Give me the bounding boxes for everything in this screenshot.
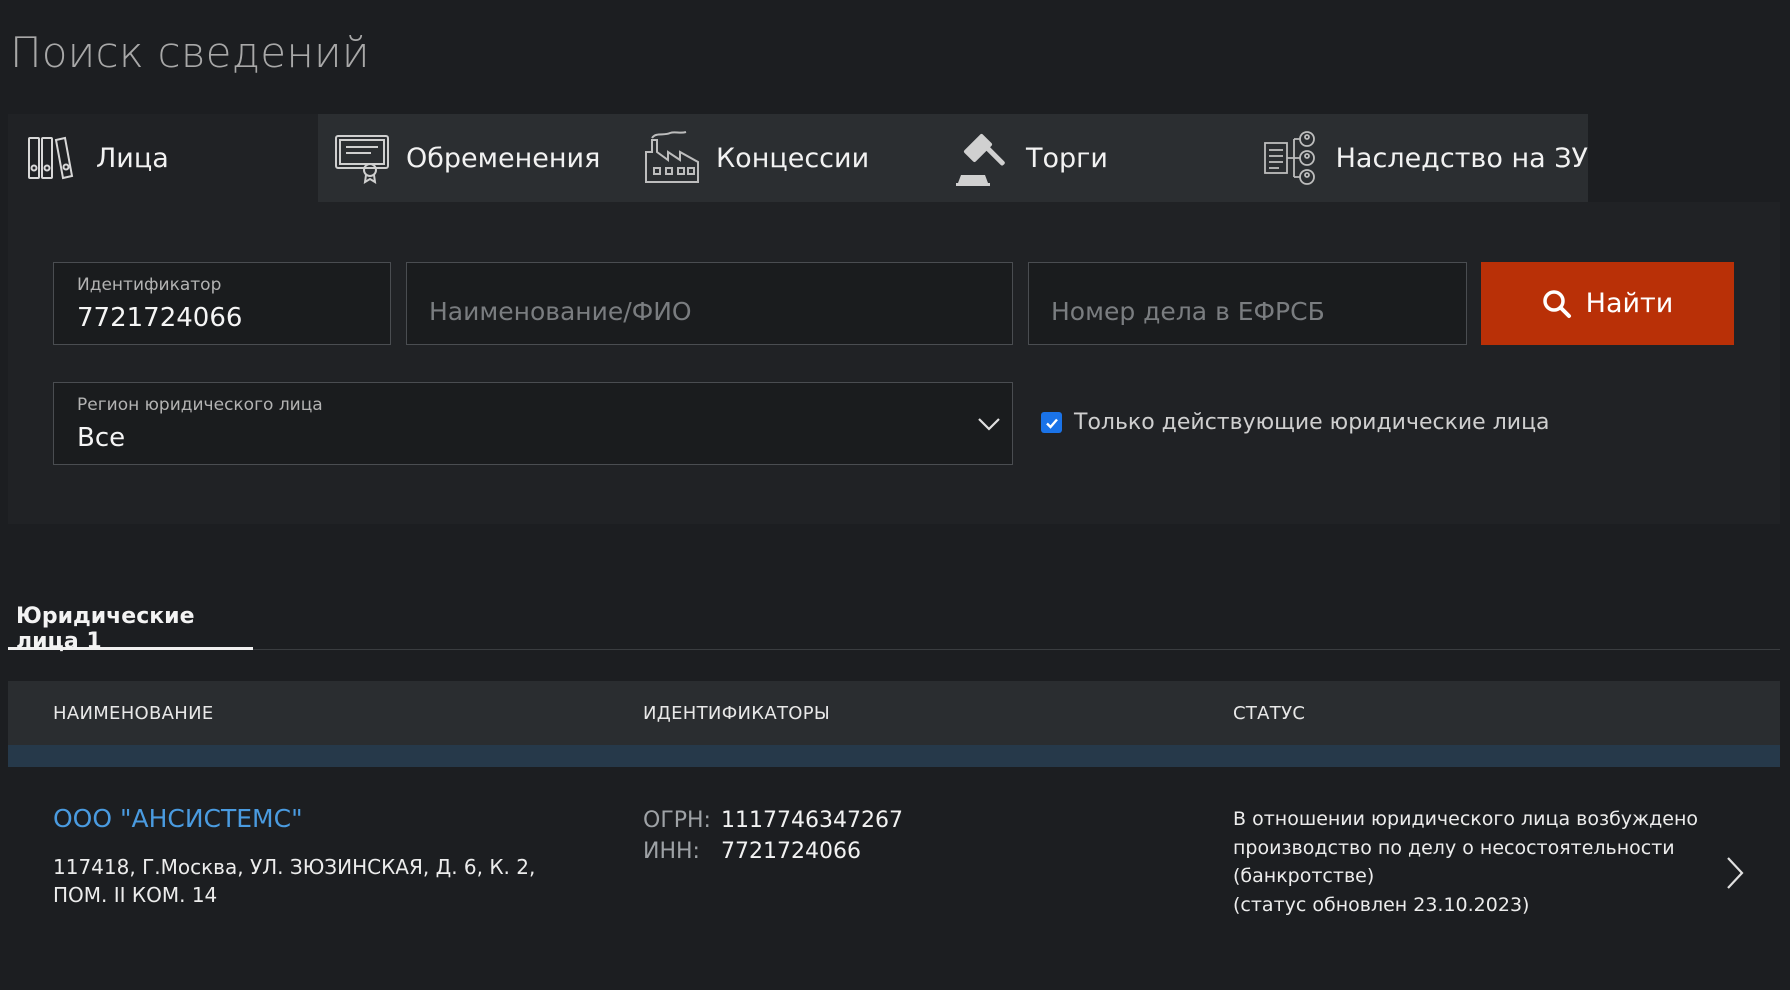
certificate-icon	[330, 126, 394, 190]
status-updated: (статус обновлен 23.10.2023)	[1233, 893, 1530, 916]
inn-line: ИНН: 7721724066	[643, 836, 903, 867]
find-button-label: Найти	[1585, 288, 1674, 319]
name-input[interactable]	[429, 297, 990, 326]
tab-persons[interactable]: Лица	[8, 114, 348, 202]
ogrn-value: 1117746347267	[721, 808, 903, 833]
category-tabs: Лица Обременения Концессии Торги Наследс…	[8, 114, 1780, 202]
active-only-label[interactable]: Только действующие юридические лица	[1074, 410, 1550, 435]
inn-value: 7721724066	[721, 839, 861, 864]
checkmark-icon	[1045, 418, 1058, 429]
company-name-link[interactable]: ООО "АНСИСТЕМС"	[53, 804, 303, 833]
case-number-input[interactable]	[1051, 297, 1444, 326]
ogrn-label: ОГРН:	[643, 808, 711, 833]
column-header-name: НАИМЕНОВАНИЕ	[53, 703, 214, 724]
table-header-divider	[8, 745, 1780, 767]
tab-inheritance[interactable]: Наследство на ЗУ	[1248, 114, 1588, 202]
result-tabs: Юридические лица 1	[8, 596, 1780, 654]
search-icon	[1542, 289, 1571, 318]
tab-legal-entities[interactable]: Юридические лица 1	[8, 596, 253, 654]
tab-label: Торги	[1026, 142, 1108, 174]
tab-auctions[interactable]: Торги	[938, 114, 1278, 202]
case-number-field[interactable]	[1028, 262, 1467, 345]
binders-icon	[20, 126, 84, 190]
table-row[interactable]: ООО "АНСИСТЕМС" 117418, Г.Москва, УЛ. ЗЮ…	[8, 767, 1780, 990]
column-header-identifiers: ИДЕНТИФИКАТОРЫ	[643, 703, 831, 724]
company-address: 117418, Г.Москва, УЛ. ЗЮЗИНСКАЯ, Д. 6, К…	[53, 855, 536, 907]
identifier-field[interactable]: Идентификатор 7721724066	[53, 262, 391, 345]
identifier-value[interactable]: 7721724066	[77, 303, 242, 333]
tab-label: Концессии	[716, 142, 870, 174]
results-table-header: НАИМЕНОВАНИЕ ИДЕНТИФИКАТОРЫ СТАТУС	[8, 681, 1780, 745]
find-button[interactable]: Найти	[1481, 262, 1734, 345]
status-text: В отношении юридического лица возбуждено…	[1233, 805, 1713, 919]
tab-legal-entities-label: Юридические лица 1	[16, 604, 195, 654]
factory-icon	[640, 126, 704, 190]
column-header-status: СТАТУС	[1233, 703, 1306, 724]
region-caption: Регион юридического лица	[77, 395, 323, 415]
name-field[interactable]	[406, 262, 1013, 345]
tab-label: Лица	[96, 142, 169, 174]
status-description: В отношении юридического лица возбуждено…	[1233, 808, 1699, 887]
page-title: Поиск сведений	[10, 28, 370, 77]
inheritance-icon	[1260, 126, 1324, 190]
tab-label: Обременения	[406, 142, 601, 174]
identifier-caption: Идентификатор	[77, 275, 222, 295]
gavel-icon	[950, 126, 1014, 190]
company-identifiers: ОГРН: 1117746347267 ИНН: 7721724066	[643, 805, 903, 867]
tab-concessions[interactable]: Концессии	[628, 114, 968, 202]
search-panel: Идентификатор 7721724066 Найти Регион юр…	[8, 202, 1780, 524]
chevron-right-icon[interactable]	[1720, 853, 1750, 893]
tab-label: Наследство на ЗУ	[1335, 142, 1588, 174]
region-select[interactable]: Регион юридического лица Все	[53, 382, 1013, 465]
active-only-checkbox[interactable]	[1041, 412, 1062, 433]
ogrn-line: ОГРН: 1117746347267	[643, 805, 903, 836]
region-value: Все	[77, 423, 126, 453]
chevron-down-icon[interactable]	[976, 411, 1002, 437]
tab-encumbrances[interactable]: Обременения	[318, 114, 658, 202]
inn-label: ИНН:	[643, 839, 700, 864]
active-only-checkbox-row[interactable]: Только действующие юридические лица	[1041, 410, 1550, 435]
